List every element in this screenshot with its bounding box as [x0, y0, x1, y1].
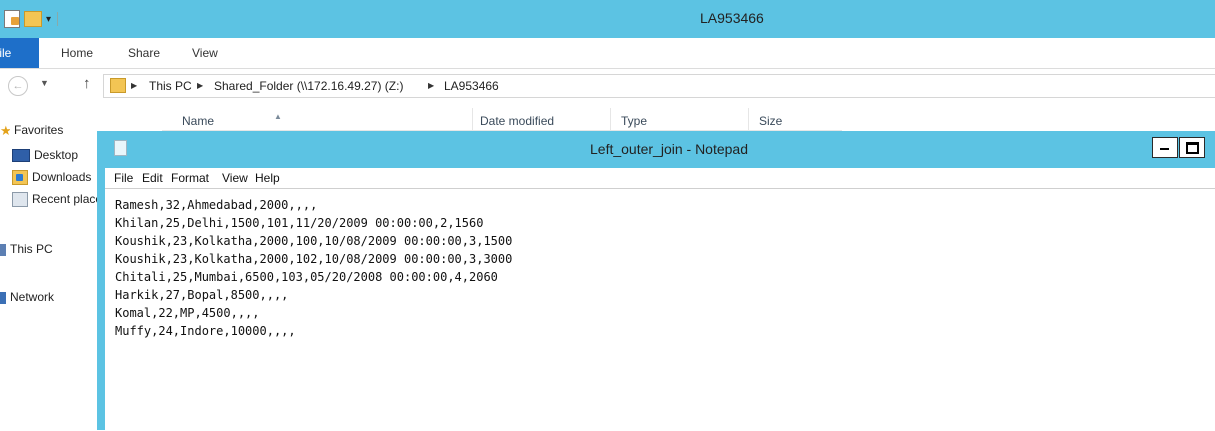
- nav-favorites[interactable]: ★ Favorites: [0, 120, 100, 140]
- nav-this-pc[interactable]: This PC: [0, 239, 100, 259]
- star-icon: ★: [0, 122, 10, 138]
- tab-home[interactable]: Home: [61, 38, 93, 68]
- text-line: Koushik,23,Kolkatha,2000,102,10/08/2009 …: [115, 252, 513, 266]
- breadcrumb-chevron-icon: ▶: [131, 81, 138, 90]
- address-bar: ← ▼ ↑ ▶ This PC ▶ Shared_Folder (\\172.1…: [0, 72, 1215, 100]
- breadcrumb-current-folder[interactable]: LA953466: [444, 79, 499, 93]
- back-arrow-icon: ←: [12, 80, 24, 92]
- breadcrumb-shared-folder[interactable]: Shared_Folder (\\172.16.49.27) (Z:): [214, 79, 403, 93]
- navigation-pane: ★ Favorites Desktop Downloads Recent plac…: [0, 108, 100, 430]
- text-line: Harkik,27,Bopal,8500,,,,: [115, 288, 289, 302]
- tab-file[interactable]: File: [0, 38, 39, 68]
- nav-recent-label: Recent places: [32, 192, 100, 206]
- ribbon-tabs: File Home Share View: [0, 38, 1215, 69]
- column-header-date-modified[interactable]: Date modified: [472, 108, 611, 130]
- explorer-titlebar: ▾ LA953466: [0, 0, 1215, 38]
- text-line: Khilan,25,Delhi,1500,101,11/20/2009 00:0…: [115, 216, 484, 230]
- text-line: Ramesh,32,Ahmedabad,2000,,,,: [115, 198, 318, 212]
- breadcrumb-chevron-icon: ▶: [428, 81, 435, 90]
- address-field[interactable]: ▶ This PC ▶ Shared_Folder (\\172.16.49.2…: [103, 74, 1215, 98]
- notepad-title: Left_outer_join - Notepad: [590, 141, 748, 157]
- breadcrumb-chevron-icon: ▶: [197, 81, 204, 90]
- customize-qat-icon[interactable]: ▾: [46, 14, 51, 25]
- notepad-icon[interactable]: [114, 140, 127, 156]
- sort-ascending-icon: ▲: [274, 112, 282, 121]
- new-folder-icon[interactable]: [24, 11, 42, 27]
- nav-desktop-label: Desktop: [34, 148, 79, 162]
- tab-view[interactable]: View: [192, 38, 218, 68]
- menu-help[interactable]: Help: [255, 171, 280, 185]
- tab-file-label: File: [0, 46, 12, 60]
- column-header-size[interactable]: Size: [748, 108, 843, 130]
- text-line: Komal,22,MP,4500,,,,: [115, 306, 260, 320]
- menu-view[interactable]: View: [222, 171, 248, 185]
- column-header-name[interactable]: ▲ Name: [162, 108, 472, 130]
- file-list-header: ▲ Name Date modified Type Size: [162, 108, 842, 131]
- nav-network-label: Network: [10, 290, 55, 304]
- computer-icon: [0, 243, 6, 256]
- nav-network[interactable]: Network: [0, 287, 100, 307]
- text-line: Chitali,25,Mumbai,6500,103,05/20/2008 00…: [115, 270, 498, 284]
- menu-file[interactable]: File: [114, 171, 133, 185]
- breadcrumb-this-pc[interactable]: This PC: [149, 79, 192, 93]
- nav-desktop[interactable]: Desktop: [0, 145, 100, 165]
- menu-format[interactable]: Format: [171, 171, 209, 185]
- notepad-text-area[interactable]: Ramesh,32,Ahmedabad,2000,,,, Khilan,25,D…: [105, 188, 1215, 431]
- recent-locations-chevron-icon[interactable]: ▼: [40, 78, 49, 88]
- text-line: Koushik,23,Kolkatha,2000,100,10/08/2009 …: [115, 234, 513, 248]
- up-arrow-icon[interactable]: ↑: [83, 75, 91, 92]
- qat-separator: [57, 12, 59, 26]
- menu-edit[interactable]: Edit: [142, 171, 163, 185]
- nav-this-pc-label: This PC: [10, 242, 53, 256]
- downloads-icon: [12, 170, 28, 186]
- tab-share[interactable]: Share: [128, 38, 160, 68]
- column-header-type[interactable]: Type: [610, 108, 749, 130]
- quick-access-toolbar: ▾: [0, 9, 59, 29]
- nav-favorites-label: Favorites: [14, 123, 64, 137]
- folder-icon: [110, 78, 126, 93]
- network-icon: [0, 291, 6, 304]
- nav-downloads-label: Downloads: [32, 170, 92, 184]
- nav-recent-places[interactable]: Recent places: [0, 189, 100, 209]
- window-title: LA953466: [700, 10, 764, 26]
- desktop-icon: [12, 149, 30, 163]
- back-button[interactable]: ←: [8, 76, 28, 96]
- minimize-button[interactable]: [1152, 137, 1178, 158]
- recent-places-icon: [12, 192, 28, 208]
- notepad-menubar: File Edit Format View Help: [105, 168, 1215, 188]
- nav-downloads[interactable]: Downloads: [0, 167, 100, 187]
- maximize-button[interactable]: [1179, 137, 1205, 158]
- properties-icon[interactable]: [4, 10, 20, 28]
- notepad-titlebar[interactable]: Left_outer_join - Notepad: [97, 131, 1215, 168]
- notepad-window: Left_outer_join - Notepad File Edit Form…: [97, 131, 1215, 431]
- text-line: Muffy,24,Indore,10000,,,,: [115, 324, 296, 338]
